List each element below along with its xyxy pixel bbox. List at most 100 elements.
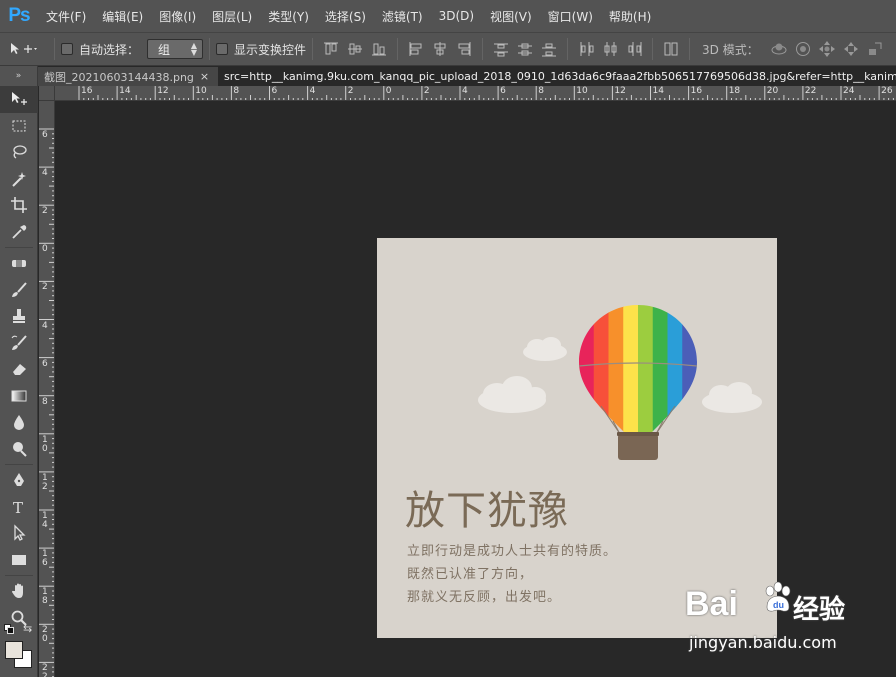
divider <box>209 38 211 60</box>
dodge-tool[interactable] <box>0 436 38 463</box>
menu-filter[interactable]: 滤镜(T) <box>374 8 431 25</box>
cloud-right <box>702 382 762 413</box>
vertical-ruler[interactable]: 6420246810121416182022 <box>39 101 55 677</box>
ruler-label: 14 <box>42 511 48 530</box>
path-selection-tool[interactable] <box>0 520 38 547</box>
menu-help[interactable]: 帮助(H) <box>601 8 659 25</box>
divider <box>397 38 399 60</box>
ruler-label: 24 <box>843 86 855 96</box>
rectangle-tool[interactable] <box>0 547 38 574</box>
bandage-icon <box>12 260 26 268</box>
rectangular-marquee-icon <box>12 120 26 132</box>
mode-3d-label: 3D 模式： <box>702 42 759 57</box>
tab-label: src=http__kanimg.9ku.com_kanqq_pic_uploa… <box>224 70 896 83</box>
divider <box>482 38 484 60</box>
eyedropper-tool[interactable] <box>0 219 38 246</box>
menu-window[interactable]: 窗口(W) <box>540 8 601 25</box>
distribute-top-icon[interactable] <box>492 40 510 58</box>
horizontal-ruler[interactable]: 16 14 12 10 8 6 4 2 0 2 4 6 8 10 12 14 16 18 20 22 24 26 <box>55 86 896 101</box>
auto-align-layers-icon[interactable] <box>662 40 680 58</box>
scale-3d-icon[interactable] <box>866 40 884 58</box>
foreground-color-swatch[interactable] <box>5 641 23 659</box>
poster-line-3: 那就义无反顾，出发吧。 <box>407 590 562 605</box>
orbit-3d-icon[interactable] <box>770 40 788 58</box>
color-swatches: ⇆ <box>2 622 38 674</box>
menu-type[interactable]: 类型(Y) <box>260 8 317 25</box>
default-colors-icon[interactable] <box>4 624 14 634</box>
lasso-tool[interactable] <box>0 139 38 166</box>
marquee-tool[interactable] <box>0 113 38 140</box>
cloud-small <box>523 337 567 361</box>
type-tool[interactable]: T <box>0 494 38 521</box>
tool-preset-picker[interactable] <box>8 41 38 57</box>
ruler-label: 20 <box>766 86 779 96</box>
slide-3d-icon[interactable] <box>842 40 860 58</box>
ruler-label: 8 <box>42 396 48 407</box>
distribute-hcenter-icon[interactable] <box>601 40 619 58</box>
ruler-origin[interactable] <box>39 86 55 101</box>
watermark-jingyan: 经验 <box>793 595 846 625</box>
ruler-label: 4 <box>42 320 48 331</box>
tab-balloon-image[interactable]: src=http__kanimg.9ku.com_kanqq_pic_uploa… <box>218 67 896 86</box>
watermark-brand-text: Bai <box>685 585 738 623</box>
blur-tool[interactable] <box>0 409 38 436</box>
gradient-tool[interactable] <box>0 383 38 410</box>
menu-select[interactable]: 选择(S) <box>317 8 374 25</box>
divider <box>689 38 691 60</box>
align-vcenter-icon[interactable] <box>346 40 364 58</box>
baidu-jingyan-watermark: Bai du 经验 jingyan.baidu.com <box>685 581 890 670</box>
menu-3d[interactable]: 3D(D) <box>431 9 482 23</box>
svg-text:du: du <box>773 600 784 610</box>
history-brush-tool[interactable] <box>0 330 38 357</box>
ruler-label: 16 <box>42 549 48 569</box>
align-bottom-icon[interactable] <box>370 40 388 58</box>
ruler-label: 2 <box>347 86 354 96</box>
roll-3d-icon[interactable] <box>794 40 812 58</box>
align-top-icon[interactable] <box>322 40 340 58</box>
distribute-vcenter-icon[interactable] <box>516 40 534 58</box>
ruler-label: 16 <box>690 86 703 96</box>
distribute-left-icon[interactable] <box>577 40 595 58</box>
pen-tool[interactable] <box>0 467 38 494</box>
dodge-icon <box>13 441 27 457</box>
ruler-label: 0 <box>385 86 392 96</box>
ruler-label: 18 <box>728 86 741 96</box>
distribute-bottom-icon[interactable] <box>540 40 558 58</box>
history-brush-icon <box>11 335 27 350</box>
align-right-icon[interactable] <box>455 40 473 58</box>
distribute-right-icon[interactable] <box>625 40 643 58</box>
swap-colors-icon[interactable]: ⇆ <box>23 622 32 635</box>
menu-image[interactable]: 图像(I) <box>151 8 204 25</box>
menu-file[interactable]: 文件(F) <box>38 8 94 25</box>
pan-3d-icon[interactable] <box>818 40 836 58</box>
menu-view[interactable]: 视图(V) <box>482 8 540 25</box>
magic-wand-tool[interactable] <box>0 166 38 193</box>
close-icon[interactable]: × <box>200 70 209 83</box>
balloon-stripe <box>638 305 654 433</box>
ruler-label: 12 <box>157 86 169 96</box>
document-canvas[interactable]: 放下犹豫 立即行动是成功人士共有的特质。 既然已认准了方向， 那就义无反顾，出发… <box>377 238 777 638</box>
tab-label: 截图_20210603144438.png <box>44 70 194 84</box>
brush-tool[interactable] <box>0 277 38 304</box>
crop-tool[interactable] <box>0 192 38 219</box>
ruler-label: 22 <box>42 663 48 677</box>
move-tool[interactable] <box>0 86 38 113</box>
eraser-tool[interactable] <box>0 356 38 383</box>
ruler-label: 10 <box>42 434 48 454</box>
basket-rim <box>617 432 659 436</box>
healing-brush-tool[interactable] <box>0 250 38 277</box>
hand-tool[interactable] <box>0 578 38 605</box>
panel-collapse-icon[interactable]: » <box>0 66 37 86</box>
menu-edit[interactable]: 编辑(E) <box>94 8 151 25</box>
show-transform-checkbox[interactable] <box>216 43 229 55</box>
balloon-stripe <box>667 305 683 433</box>
auto-select-checkbox[interactable] <box>61 43 73 55</box>
tab-screenshot[interactable]: 截图_20210603144438.png × <box>38 67 218 86</box>
clone-stamp-tool[interactable] <box>0 303 38 330</box>
align-left-icon[interactable] <box>407 40 425 58</box>
options-bar: 自动选择： 组 ▲ ▼ 显示变换控件 3D 模式： <box>0 32 896 66</box>
ruler-label: 10 <box>576 86 588 96</box>
auto-select-dropdown[interactable]: 组 ▲ ▼ <box>147 39 204 59</box>
menu-layer[interactable]: 图层(L) <box>204 8 260 25</box>
align-hcenter-icon[interactable] <box>431 40 449 58</box>
